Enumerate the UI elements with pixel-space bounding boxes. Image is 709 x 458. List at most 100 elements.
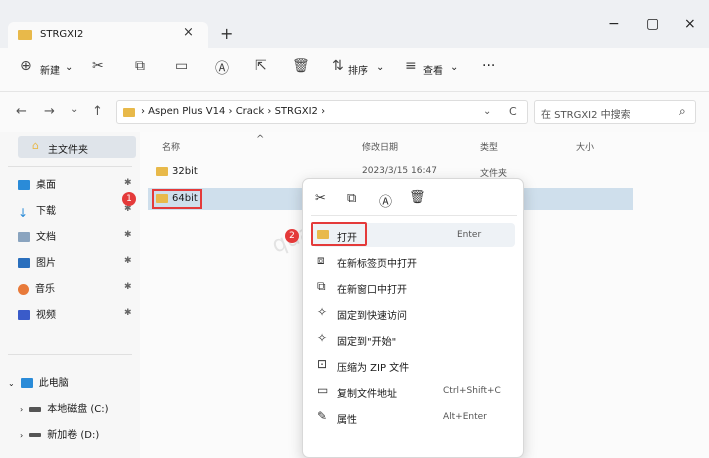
rename-icon[interactable]: Ⓐ <box>379 191 392 210</box>
minimize-button[interactable]: − <box>608 16 620 32</box>
menu-item-compress-zip[interactable]: ⊡ 压缩为 ZIP 文件 <box>313 353 515 377</box>
chevron-right-icon[interactable]: › <box>20 431 23 440</box>
up-button[interactable]: ↑ <box>92 104 103 119</box>
menu-item-properties[interactable]: ✎ 属性 Alt+Enter <box>313 405 515 429</box>
sidebar-item-music[interactable]: 音乐 <box>18 280 55 295</box>
address-bar[interactable]: › Aspen Plus V14 › Crack › STRGXI2 › ⌄ C <box>116 100 528 124</box>
zip-icon: ⊡ <box>317 357 328 371</box>
sidebar-item-label: 文档 <box>36 232 56 243</box>
view-icon[interactable]: ≡ <box>405 58 417 74</box>
sort-chevron-icon: ^ <box>256 134 265 145</box>
drive-icon <box>29 433 42 437</box>
sidebar-item-drive-d[interactable]: › 新加卷 (D:) <box>20 426 99 441</box>
menu-item-label: 打开 <box>337 233 357 244</box>
divider <box>311 215 517 216</box>
more-options-button[interactable]: ··· <box>482 58 495 74</box>
cut-icon[interactable]: ✂ <box>92 58 104 74</box>
home-icon: ⌂ <box>32 139 39 152</box>
maximize-button[interactable]: ▢ <box>646 16 659 32</box>
sidebar-item-drive-c[interactable]: › 本地磁盘 (C:) <box>20 400 109 415</box>
menu-item-copy-path[interactable]: ▭ 复制文件地址 Ctrl+Shift+C <box>313 379 515 403</box>
breadcrumb[interactable]: › Aspen Plus V14 › Crack › STRGXI2 › <box>141 106 325 117</box>
back-button[interactable]: ← <box>16 104 27 119</box>
context-menu: ✂ ⧉ Ⓐ 🗑 打开 Enter 2 ⧈ 在新标签页中打开 ⧉ 在新窗口中打开 … <box>285 178 524 458</box>
cut-icon[interactable]: ✂ <box>315 191 326 206</box>
copy-icon[interactable]: ⧉ <box>347 191 356 206</box>
view-button[interactable]: 查看 <box>423 62 443 77</box>
sidebar-item-pictures[interactable]: 图片 <box>18 254 56 269</box>
folder-icon <box>156 167 168 176</box>
sidebar-item-desktop[interactable]: 桌面 <box>18 176 56 191</box>
sidebar-item-label: 下载 <box>36 206 56 217</box>
tab-strgxi2[interactable]: STRGXI2 × <box>8 22 208 48</box>
recent-dropdown-icon[interactable]: ⌄ <box>70 104 78 115</box>
sidebar-item-this-pc[interactable]: ⌄ 此电脑 <box>8 374 69 389</box>
step-badge-1: 1 <box>122 192 136 206</box>
sort-dropdown-icon[interactable]: ⌄ <box>376 62 384 73</box>
menu-item-label: 压缩为 ZIP 文件 <box>337 363 410 374</box>
sidebar-item-label: 音乐 <box>35 284 55 295</box>
column-header-size[interactable]: 大小 <box>576 140 594 153</box>
chevron-right-icon[interactable]: › <box>20 405 23 414</box>
new-tab-button[interactable]: + <box>220 24 233 43</box>
tab-title: STRGXI2 <box>40 29 84 40</box>
delete-icon[interactable]: 🗑 <box>292 58 310 74</box>
sidebar-item-label: 主文件夹 <box>48 145 88 156</box>
sidebar-item-label: 此电脑 <box>38 378 69 389</box>
menu-item-label: 属性 <box>337 415 357 426</box>
pin-icon: ✱ <box>124 308 132 318</box>
pin-icon: ✱ <box>124 282 132 292</box>
documents-icon <box>18 232 30 242</box>
folder-icon <box>317 230 329 239</box>
sidebar-item-label: 图片 <box>36 258 56 269</box>
pin-icon: ✱ <box>124 230 132 240</box>
column-header-name[interactable]: 名称 <box>162 140 180 153</box>
menu-item-pin-quick-access[interactable]: ✧ 固定到快速访问 <box>313 301 515 325</box>
delete-icon[interactable]: 🗑 <box>409 190 426 205</box>
refresh-button[interactable]: C <box>509 105 517 118</box>
search-icon[interactable]: ⌕ <box>679 104 686 119</box>
sidebar-item-home[interactable]: ⌂ 主文件夹 <box>18 136 136 158</box>
menu-item-open-new-tab[interactable]: ⧈ 在新标签页中打开 <box>313 249 515 273</box>
new-icon[interactable]: ⊕ <box>20 58 32 74</box>
desktop-icon <box>18 180 30 190</box>
chevron-down-icon[interactable]: ⌄ <box>8 379 15 388</box>
sort-button[interactable]: 排序 <box>348 62 368 77</box>
tab-close-icon[interactable]: × <box>183 25 194 40</box>
sidebar-item-downloads[interactable]: ↓ 下载 <box>18 202 56 220</box>
view-dropdown-icon[interactable]: ⌄ <box>450 62 458 73</box>
column-header-modified[interactable]: 修改日期 <box>362 140 398 153</box>
sort-icon[interactable]: ⇅ <box>332 58 344 74</box>
new-tab-icon: ⧈ <box>317 253 325 267</box>
videos-icon <box>18 310 30 320</box>
step-badge-2: 2 <box>285 229 299 243</box>
copy-path-icon: ▭ <box>317 383 329 397</box>
sidebar-item-videos[interactable]: 视频 <box>18 306 56 321</box>
menu-item-label: 复制文件地址 <box>337 389 397 400</box>
menu-item-open-new-window[interactable]: ⧉ 在新窗口中打开 <box>313 275 515 299</box>
drive-icon <box>29 406 42 412</box>
music-icon <box>18 283 29 295</box>
rename-icon[interactable]: Ⓐ <box>215 58 229 78</box>
search-input[interactable]: 在 STRGXI2 中搜索 <box>541 106 631 121</box>
divider <box>8 354 132 355</box>
paste-icon[interactable]: ▭ <box>175 58 188 74</box>
copy-icon[interactable]: ⧉ <box>135 58 145 74</box>
menu-item-shortcut: Alt+Enter <box>443 412 487 422</box>
computer-icon <box>20 378 33 388</box>
sidebar-item-label: 桌面 <box>36 180 56 191</box>
new-dropdown-icon[interactable]: ⌄ <box>65 62 73 73</box>
menu-item-open[interactable]: 打开 Enter <box>311 222 515 247</box>
folder-icon <box>123 108 135 117</box>
menu-item-shortcut: Ctrl+Shift+C <box>443 386 501 396</box>
address-dropdown-icon[interactable]: ⌄ <box>483 106 491 117</box>
menu-item-pin-start[interactable]: ✧ 固定到"开始" <box>313 327 515 351</box>
new-button[interactable]: 新建 <box>40 62 60 77</box>
sidebar-item-documents[interactable]: 文档 <box>18 228 56 243</box>
share-icon[interactable]: ⇱ <box>255 58 267 74</box>
search-box[interactable]: 在 STRGXI2 中搜索 ⌕ <box>534 100 696 124</box>
command-bar: ⊕ 新建 ⌄ ✂ ⧉ ▭ Ⓐ ⇱ 🗑 ⇅ 排序 ⌄ ≡ 查看 ⌄ ··· <box>0 48 709 92</box>
close-button[interactable]: × <box>684 16 696 32</box>
column-header-type[interactable]: 类型 <box>480 140 498 153</box>
forward-button[interactable]: → <box>44 104 55 119</box>
